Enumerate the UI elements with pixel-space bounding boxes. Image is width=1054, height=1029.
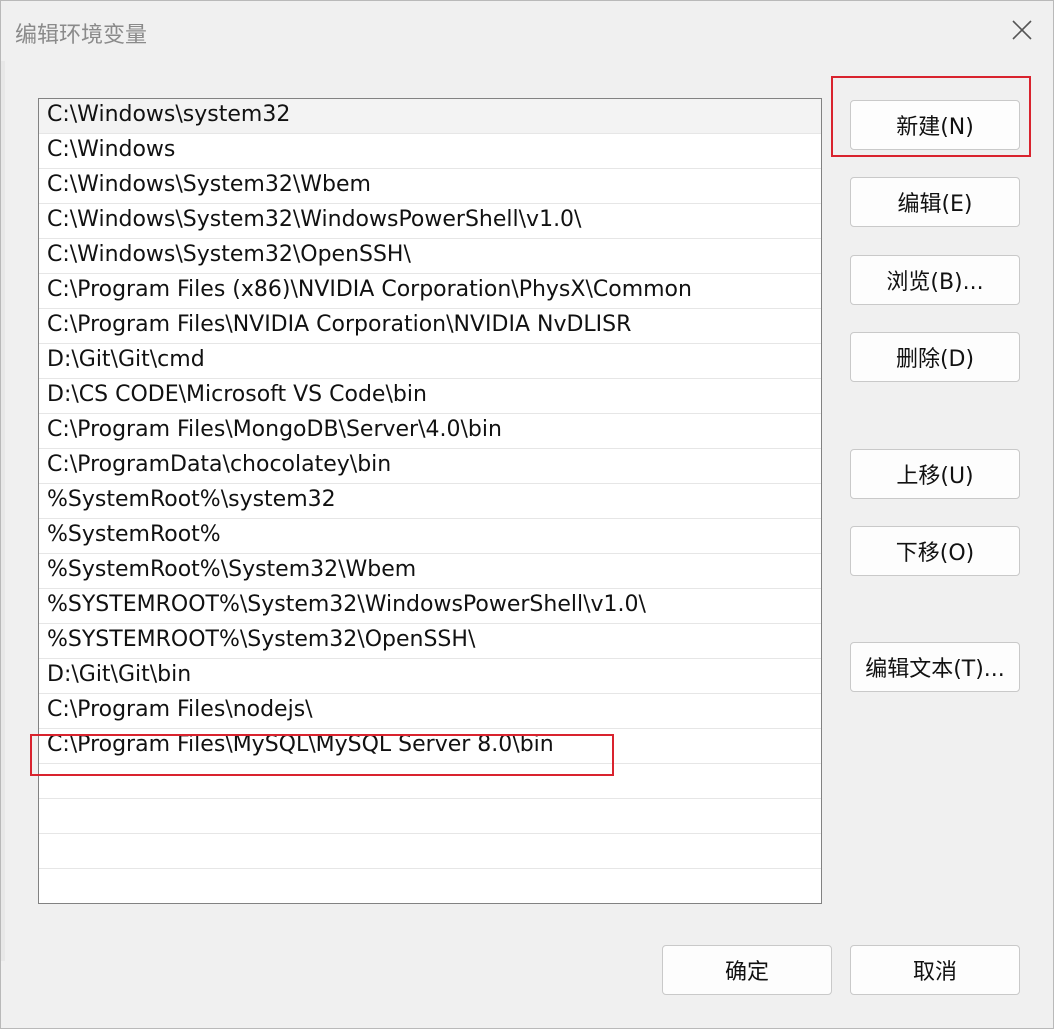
list-item[interactable]: %SystemRoot%\system32 bbox=[39, 484, 821, 519]
list-item[interactable]: D:\CS CODE\Microsoft VS Code\bin bbox=[39, 379, 821, 414]
list-item-text: %SystemRoot%\System32\Wbem bbox=[47, 557, 417, 582]
list-item[interactable]: D:\Git\Git\bin bbox=[39, 659, 821, 694]
list-item-text: %SYSTEMROOT%\System32\WindowsPowerShell\… bbox=[47, 592, 646, 617]
list-item-text: C:\ProgramData\chocolatey\bin bbox=[47, 452, 392, 477]
list-item-text: %SystemRoot% bbox=[47, 522, 221, 547]
edit-button[interactable]: 编辑(E) bbox=[850, 177, 1020, 227]
dialog-title: 编辑环境变量 bbox=[15, 23, 148, 48]
list-item-text: C:\Windows\System32\OpenSSH\ bbox=[47, 242, 411, 267]
list-item-text: C:\Program Files\MySQL\MySQL Server 8.0\… bbox=[47, 732, 554, 757]
list-item[interactable] bbox=[39, 834, 821, 869]
list-item-text: C:\Windows\System32\Wbem bbox=[47, 172, 371, 197]
list-item[interactable]: C:\Windows\System32\OpenSSH\ bbox=[39, 239, 821, 274]
list-item[interactable]: C:\Program Files\MongoDB\Server\4.0\bin bbox=[39, 414, 821, 449]
list-item[interactable]: C:\Windows\System32\Wbem bbox=[39, 169, 821, 204]
list-item[interactable]: C:\Program Files (x86)\NVIDIA Corporatio… bbox=[39, 274, 821, 309]
list-item-text: C:\Windows\System32\WindowsPowerShell\v1… bbox=[47, 207, 582, 232]
move-up-button[interactable]: 上移(U) bbox=[850, 449, 1020, 499]
list-item[interactable]: C:\ProgramData\chocolatey\bin bbox=[39, 449, 821, 484]
list-item-text: C:\Program Files\MongoDB\Server\4.0\bin bbox=[47, 417, 502, 442]
edit-env-var-dialog: 编辑环境变量 C:\Windows\system32 C:\Windows C:\W… bbox=[0, 0, 1054, 1029]
list-item-text: C:\Program Files\nodejs\ bbox=[47, 697, 313, 722]
list-item-text: C:\Windows bbox=[47, 137, 176, 162]
list-item[interactable]: %SystemRoot% bbox=[39, 519, 821, 554]
list-item[interactable]: C:\Windows bbox=[39, 134, 821, 169]
browse-button[interactable]: 浏览(B)... bbox=[850, 255, 1020, 305]
path-list[interactable]: C:\Windows\system32 C:\Windows C:\Windows\… bbox=[38, 98, 822, 904]
list-item-text: %SYSTEMROOT%\System32\OpenSSH\ bbox=[47, 627, 476, 652]
list-item-text: C:\Program Files (x86)\NVIDIA Corporatio… bbox=[47, 277, 692, 302]
list-item-text: C:\Windows\system32 bbox=[47, 102, 291, 127]
move-down-button[interactable]: 下移(O) bbox=[850, 526, 1020, 576]
list-item[interactable]: D:\Git\Git\cmd bbox=[39, 344, 821, 379]
list-item[interactable] bbox=[39, 764, 821, 799]
list-item-text: D:\Git\Git\cmd bbox=[47, 347, 205, 372]
new-button[interactable]: 新建(N) bbox=[850, 100, 1020, 150]
delete-button[interactable]: 删除(D) bbox=[850, 332, 1020, 382]
list-item[interactable]: %SYSTEMROOT%\System32\OpenSSH\ bbox=[39, 624, 821, 659]
list-item[interactable] bbox=[39, 869, 821, 903]
cancel-button[interactable]: 取消 bbox=[850, 945, 1020, 995]
list-item[interactable]: C:\Windows\system32 bbox=[39, 99, 821, 134]
list-item-text: D:\CS CODE\Microsoft VS Code\bin bbox=[47, 382, 427, 407]
list-item[interactable]: C:\Program Files\NVIDIA Corporation\NVID… bbox=[39, 309, 821, 344]
list-item[interactable]: C:\Program Files\nodejs\ bbox=[39, 694, 821, 729]
list-item-text: %SystemRoot%\system32 bbox=[47, 487, 336, 512]
list-item[interactable]: %SystemRoot%\System32\Wbem bbox=[39, 554, 821, 589]
list-item-text: D:\Git\Git\bin bbox=[47, 662, 192, 687]
ok-button[interactable]: 确定 bbox=[662, 945, 832, 995]
edit-text-button[interactable]: 编辑文本(T)... bbox=[850, 642, 1020, 692]
list-item[interactable]: C:\Program Files\MySQL\MySQL Server 8.0\… bbox=[39, 729, 821, 764]
close-button[interactable] bbox=[1005, 13, 1039, 47]
list-item[interactable] bbox=[39, 799, 821, 834]
background-window-edge bbox=[1, 61, 5, 961]
title-bar: 编辑环境变量 bbox=[1, 1, 1053, 61]
list-item[interactable]: %SYSTEMROOT%\System32\WindowsPowerShell\… bbox=[39, 589, 821, 624]
close-icon bbox=[1012, 20, 1032, 40]
list-item[interactable]: C:\Windows\System32\WindowsPowerShell\v1… bbox=[39, 204, 821, 239]
list-item-text: C:\Program Files\NVIDIA Corporation\NVID… bbox=[47, 312, 632, 337]
